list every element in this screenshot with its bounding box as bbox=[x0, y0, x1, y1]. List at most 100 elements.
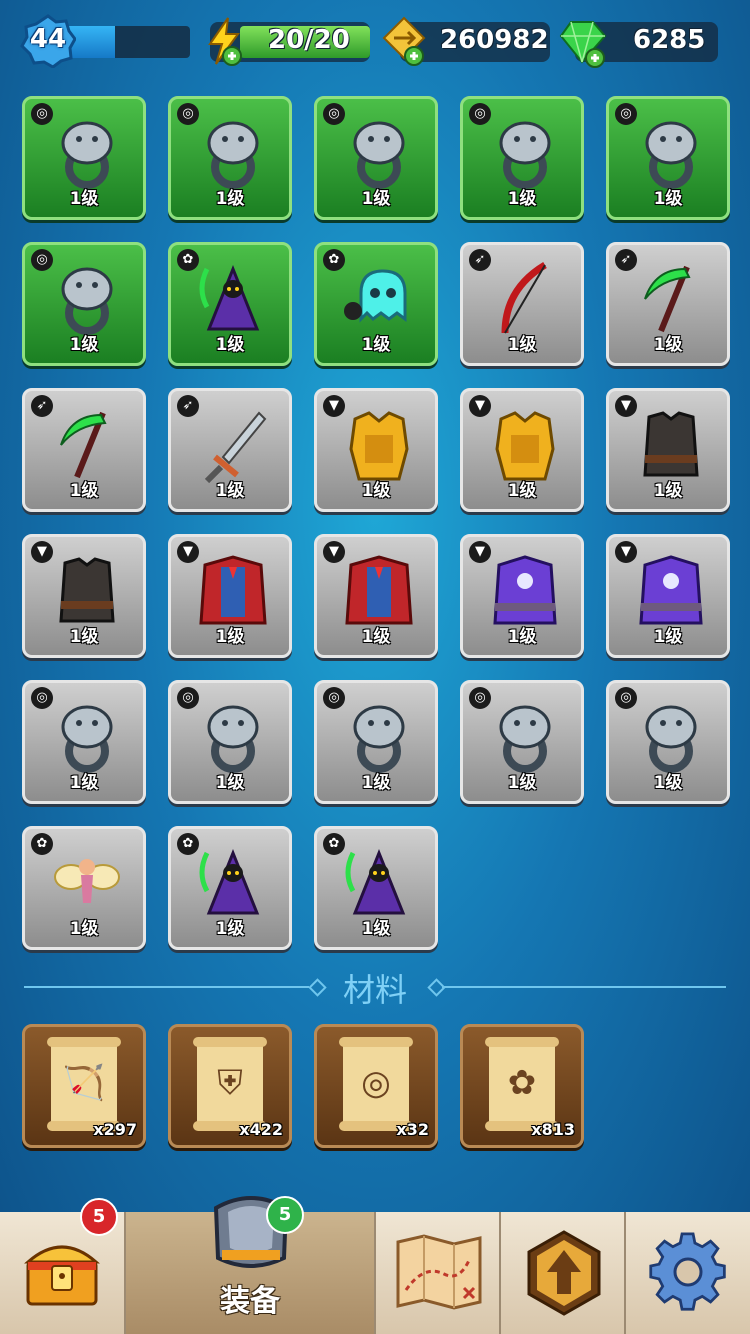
gold-armor-icon bbox=[495, 411, 555, 481]
material-slot[interactable]: 🏹 x297 bbox=[22, 1024, 146, 1148]
equipment-slot[interactable]: ◎ 1级 bbox=[460, 680, 584, 804]
dark-vest-icon bbox=[59, 557, 115, 623]
red-cape-armor-icon bbox=[345, 555, 413, 625]
nav-equipment[interactable]: 5 装备 bbox=[126, 1196, 376, 1334]
item-level: 1级 bbox=[507, 627, 537, 647]
equipment-slot[interactable]: ▼ 1级 bbox=[460, 388, 584, 512]
wolf-ring-icon bbox=[353, 121, 405, 189]
scroll-emblem: ⛨ bbox=[217, 1063, 243, 1103]
equipment-slot[interactable]: ➶ 1级 bbox=[22, 388, 146, 512]
dark-vest-icon bbox=[643, 411, 699, 477]
item-level: 1级 bbox=[653, 627, 683, 647]
chest-badge: 5 bbox=[80, 1198, 118, 1236]
equipment-slot[interactable]: ▼ 1级 bbox=[314, 388, 438, 512]
equipment-slot[interactable]: ◎ 1级 bbox=[460, 96, 584, 220]
equipment-slot[interactable]: ◎ 1级 bbox=[314, 96, 438, 220]
material-slot[interactable]: ⛨ x422 bbox=[168, 1024, 292, 1148]
material-count: x422 bbox=[239, 1120, 283, 1139]
gem-pill[interactable]: 6285 bbox=[559, 21, 718, 68]
item-level: 1级 bbox=[69, 773, 99, 793]
equipment-slot[interactable]: ✿ 1级 bbox=[168, 242, 292, 366]
equipment-slot[interactable]: ✿ 1级 bbox=[314, 242, 438, 366]
gold-armor-icon bbox=[349, 411, 409, 481]
green-scythe-icon bbox=[60, 411, 107, 479]
ring-scroll-icon: ◎ bbox=[339, 1037, 413, 1131]
material-slot[interactable]: ✿ x813 bbox=[460, 1024, 584, 1148]
item-level: 1级 bbox=[653, 773, 683, 793]
item-level: 1级 bbox=[653, 481, 683, 501]
equipment-slot[interactable]: ✿ 1级 bbox=[22, 826, 146, 950]
item-level: 1级 bbox=[69, 189, 99, 209]
equipment-slot[interactable]: ▼ 1级 bbox=[314, 534, 438, 658]
equipment-slot[interactable]: ✿ 1级 bbox=[168, 826, 292, 950]
item-level: 1级 bbox=[507, 481, 537, 501]
gold-ticket-plus-icon bbox=[382, 16, 426, 66]
equipment-slot[interactable]: ✿ 1级 bbox=[314, 826, 438, 950]
item-level: 1级 bbox=[69, 335, 99, 355]
item-level: 1级 bbox=[215, 627, 245, 647]
material-count: x297 bbox=[93, 1120, 137, 1139]
nav-settings[interactable] bbox=[626, 1212, 750, 1334]
energy-value: 20/20 bbox=[268, 25, 350, 55]
snake-ring-icon bbox=[645, 121, 697, 189]
gear-icon bbox=[649, 1232, 726, 1311]
equipment-slot[interactable]: ◎ 1级 bbox=[22, 680, 146, 804]
gold-pill[interactable]: 260982 bbox=[382, 16, 550, 66]
equipment-slot[interactable]: ➶ 1级 bbox=[168, 388, 292, 512]
equipment-slot[interactable]: ▼ 1级 bbox=[460, 534, 584, 658]
player-level: 44 bbox=[29, 24, 67, 54]
armor-scroll-icon: ⛨ bbox=[193, 1037, 267, 1131]
material-slot[interactable]: ◎ x32 bbox=[314, 1024, 438, 1148]
equipment-slot[interactable]: ▼ 1级 bbox=[606, 388, 730, 512]
equipment-slot[interactable]: ◎ 1级 bbox=[606, 96, 730, 220]
item-level: 1级 bbox=[361, 189, 391, 209]
scroll-emblem: ✿ bbox=[507, 1063, 537, 1103]
equipment-slot[interactable]: ◎ 1级 bbox=[168, 96, 292, 220]
reaper-pet-icon bbox=[345, 848, 406, 915]
jagged-sword-icon bbox=[204, 411, 267, 484]
red-bow-icon bbox=[501, 261, 547, 334]
item-level: 1级 bbox=[215, 919, 245, 939]
upgrade-arrow-icon bbox=[527, 1230, 601, 1316]
material-count: x32 bbox=[396, 1120, 429, 1139]
item-level: 1级 bbox=[361, 335, 391, 355]
item-level: 1级 bbox=[361, 919, 391, 939]
fairy-pet-icon bbox=[54, 859, 120, 903]
chest-icon bbox=[24, 1245, 100, 1306]
gem-value: 6285 bbox=[633, 25, 706, 55]
equipment-label: 装备 bbox=[220, 1284, 280, 1319]
green-gem-plus-icon bbox=[559, 21, 607, 68]
bear-ring-icon bbox=[61, 705, 113, 773]
item-level: 1级 bbox=[361, 773, 391, 793]
gold-value: 260982 bbox=[440, 25, 549, 55]
equipment-slot[interactable]: ◎ 1级 bbox=[22, 242, 146, 366]
item-level: 1级 bbox=[215, 481, 245, 501]
item-level: 1级 bbox=[69, 481, 99, 501]
nav-map[interactable] bbox=[376, 1212, 501, 1334]
bottom-nav: 5 5 装备 bbox=[0, 1196, 750, 1334]
equipment-slot[interactable]: ◎ 1级 bbox=[168, 680, 292, 804]
equipment-slot[interactable]: ▼ 1级 bbox=[168, 534, 292, 658]
energy-pill[interactable]: 20/20 bbox=[208, 17, 370, 66]
paw-scroll-icon: ✿ bbox=[485, 1037, 559, 1131]
material-count: x813 bbox=[531, 1120, 575, 1139]
equipment-slot[interactable]: ➶ 1级 bbox=[606, 242, 730, 366]
wolf-ring-icon bbox=[353, 705, 405, 773]
item-level: 1级 bbox=[507, 773, 537, 793]
red-cape-armor-icon bbox=[199, 555, 267, 625]
nav-upgrade[interactable] bbox=[501, 1212, 626, 1334]
materials-divider: 材料 bbox=[24, 965, 726, 1009]
equipment-slot[interactable]: ◎ 1级 bbox=[606, 680, 730, 804]
equipment-slot[interactable]: ◎ 1级 bbox=[314, 680, 438, 804]
scroll-emblem: 🏹 bbox=[62, 1063, 106, 1103]
reaper-pet-icon bbox=[199, 264, 260, 331]
bow-scroll-icon: 🏹 bbox=[47, 1037, 121, 1131]
equipment-slot[interactable]: ◎ 1级 bbox=[22, 96, 146, 220]
equipment-slot[interactable]: ➶ 1级 bbox=[460, 242, 584, 366]
nav-chest[interactable]: 5 bbox=[0, 1198, 126, 1334]
purple-robe-icon bbox=[493, 555, 557, 625]
equipment-slot[interactable]: ▼ 1级 bbox=[606, 534, 730, 658]
equipment-slot[interactable]: ▼ 1级 bbox=[22, 534, 146, 658]
xp-bar bbox=[60, 26, 190, 58]
purple-robe-icon bbox=[639, 555, 703, 625]
